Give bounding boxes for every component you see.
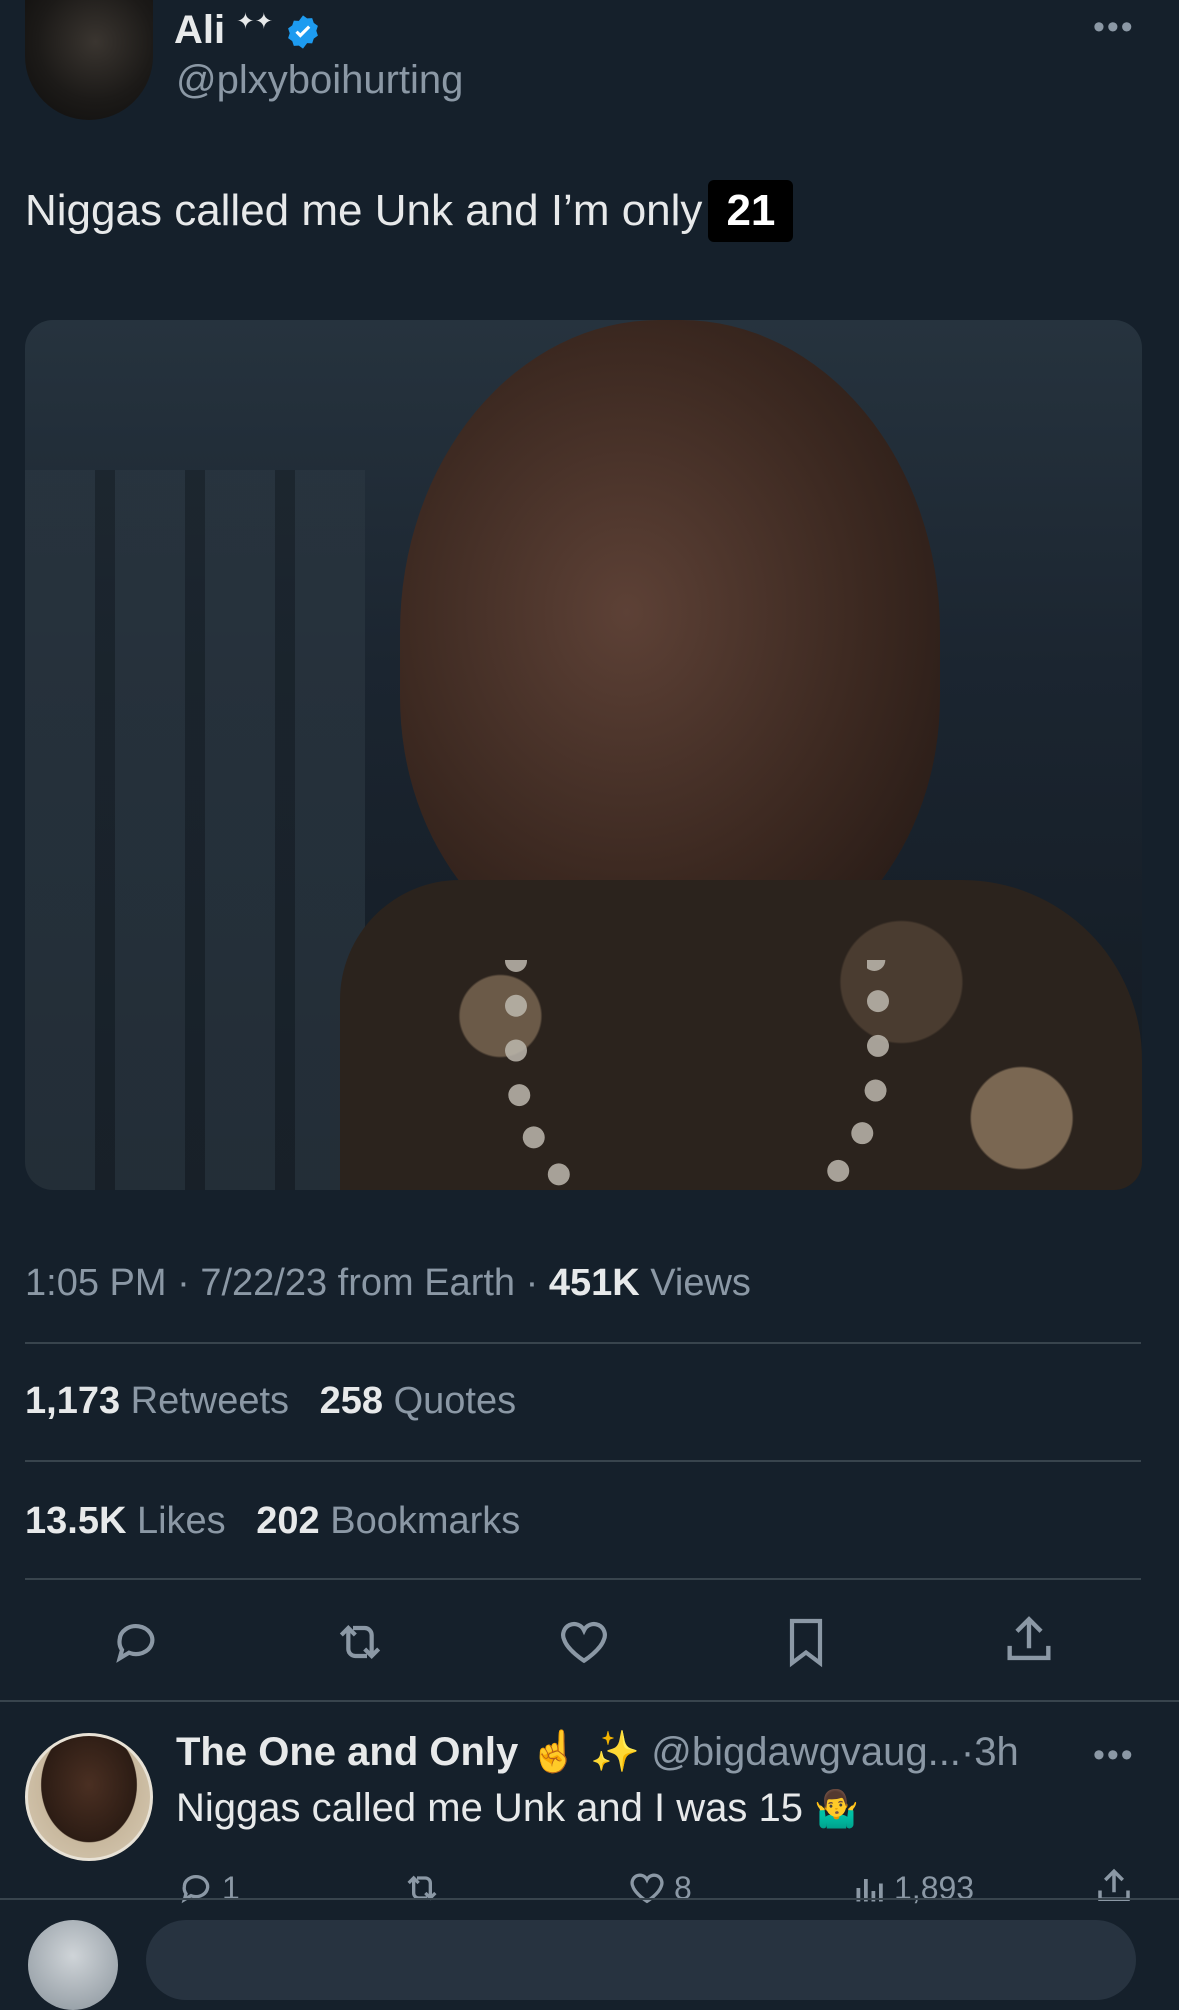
retweets-link[interactable]: 1,173 Retweets xyxy=(25,1380,300,1422)
tweet-text-row: Niggas called me Unk and I’m only 21 xyxy=(25,180,794,242)
tweet-date[interactable]: 7/22/23 from Earth xyxy=(200,1262,515,1304)
reply-share-icon[interactable] xyxy=(1093,1866,1135,1913)
retweets-count: 1,173 xyxy=(25,1380,121,1422)
timestamp-row: 1:05 PM · 7/22/23 from Earth · 451K View… xyxy=(25,1262,751,1305)
bookmarks-count: 202 xyxy=(256,1500,320,1542)
shrug-emoji: 🤷‍♂️ xyxy=(814,1788,859,1829)
reply-views-count: 1,893 xyxy=(894,1869,975,1906)
reply-like-button[interactable]: 8 xyxy=(626,1868,692,1908)
quotes-link[interactable]: 258 Quotes xyxy=(320,1380,517,1422)
background-shelves xyxy=(25,470,365,1190)
highlight-21: 21 xyxy=(708,180,794,242)
author-name-row: Ali ✦✦ xyxy=(174,8,322,53)
reply-handle[interactable]: @bigdawgvaug... xyxy=(651,1730,961,1774)
retweets-quotes-row: 1,173 Retweets 258 Quotes xyxy=(25,1380,516,1423)
reply-header: The One and Only ☝️ ✨ @bigdawgvaug...·3h xyxy=(176,1728,1019,1775)
reply-time: ·3h xyxy=(960,1730,1019,1774)
quotes-count: 258 xyxy=(319,1380,384,1422)
tweet-media[interactable] xyxy=(25,320,1142,1190)
reply-reply-count: 1 xyxy=(222,1869,240,1906)
person-head xyxy=(400,320,940,970)
likes-label: Likes xyxy=(136,1500,226,1542)
author-avatar[interactable] xyxy=(25,0,153,120)
views-label: Views xyxy=(650,1262,751,1304)
more-options-icon[interactable]: ••• xyxy=(1093,8,1135,47)
divider xyxy=(25,1342,1141,1344)
reply-avatar[interactable] xyxy=(25,1733,153,1861)
retweet-icon[interactable] xyxy=(330,1614,390,1670)
likes-count: 13.5K xyxy=(25,1500,127,1542)
author-handle[interactable]: @plxyboihurting xyxy=(176,58,463,103)
tweet-time[interactable]: 1:05 PM xyxy=(25,1262,167,1304)
bookmarks-label: Bookmarks xyxy=(330,1500,521,1542)
quotes-label: Quotes xyxy=(393,1380,517,1422)
compose-avatar[interactable] xyxy=(28,1920,118,2010)
reply-like-count: 8 xyxy=(674,1869,692,1906)
separator-dot: · xyxy=(177,1262,190,1304)
verified-badge-icon xyxy=(284,13,322,51)
likes-link[interactable]: 13.5K Likes xyxy=(25,1500,236,1542)
heart-icon[interactable] xyxy=(555,1614,613,1670)
divider xyxy=(0,1898,1179,1900)
divider xyxy=(25,1460,1141,1462)
likes-bookmarks-row: 13.5K Likes 202 Bookmarks xyxy=(25,1500,520,1543)
compose-reply-input[interactable] xyxy=(146,1920,1136,2000)
divider xyxy=(0,1700,1179,1702)
reply-author-name[interactable]: The One and Only ☝️ ✨ xyxy=(176,1730,640,1774)
reply-icon xyxy=(181,1875,210,1904)
views-bar-chart-icon xyxy=(856,1879,883,1902)
author-name[interactable]: Ali xyxy=(174,8,225,52)
divider xyxy=(25,1578,1141,1580)
bookmarks-link[interactable]: 202 Bookmarks xyxy=(256,1500,520,1542)
reply-icon[interactable] xyxy=(108,1614,164,1670)
reply-reply-button[interactable]: 1 xyxy=(176,1868,240,1908)
bookmark-icon[interactable] xyxy=(778,1612,834,1672)
reply-retweet-icon[interactable] xyxy=(400,1868,444,1913)
reply-text: Niggas called me Unk and I was 15 xyxy=(176,1786,803,1830)
views-count: 451K xyxy=(548,1262,640,1304)
heart-icon xyxy=(630,1873,664,1904)
author-badges: ✦✦ xyxy=(236,8,274,34)
share-icon[interactable] xyxy=(1000,1612,1058,1670)
chain-necklace xyxy=(505,960,889,1190)
reply-text-row: Niggas called me Unk and I was 15 🤷‍♂️ xyxy=(176,1786,859,1831)
separator-dot: · xyxy=(525,1262,539,1304)
retweets-label: Retweets xyxy=(130,1380,290,1422)
reply-more-options-icon[interactable]: ••• xyxy=(1093,1736,1135,1775)
reply-views-button[interactable]: 1,893 xyxy=(852,1868,974,1908)
tweet-text: Niggas called me Unk and I’m only xyxy=(25,186,703,235)
